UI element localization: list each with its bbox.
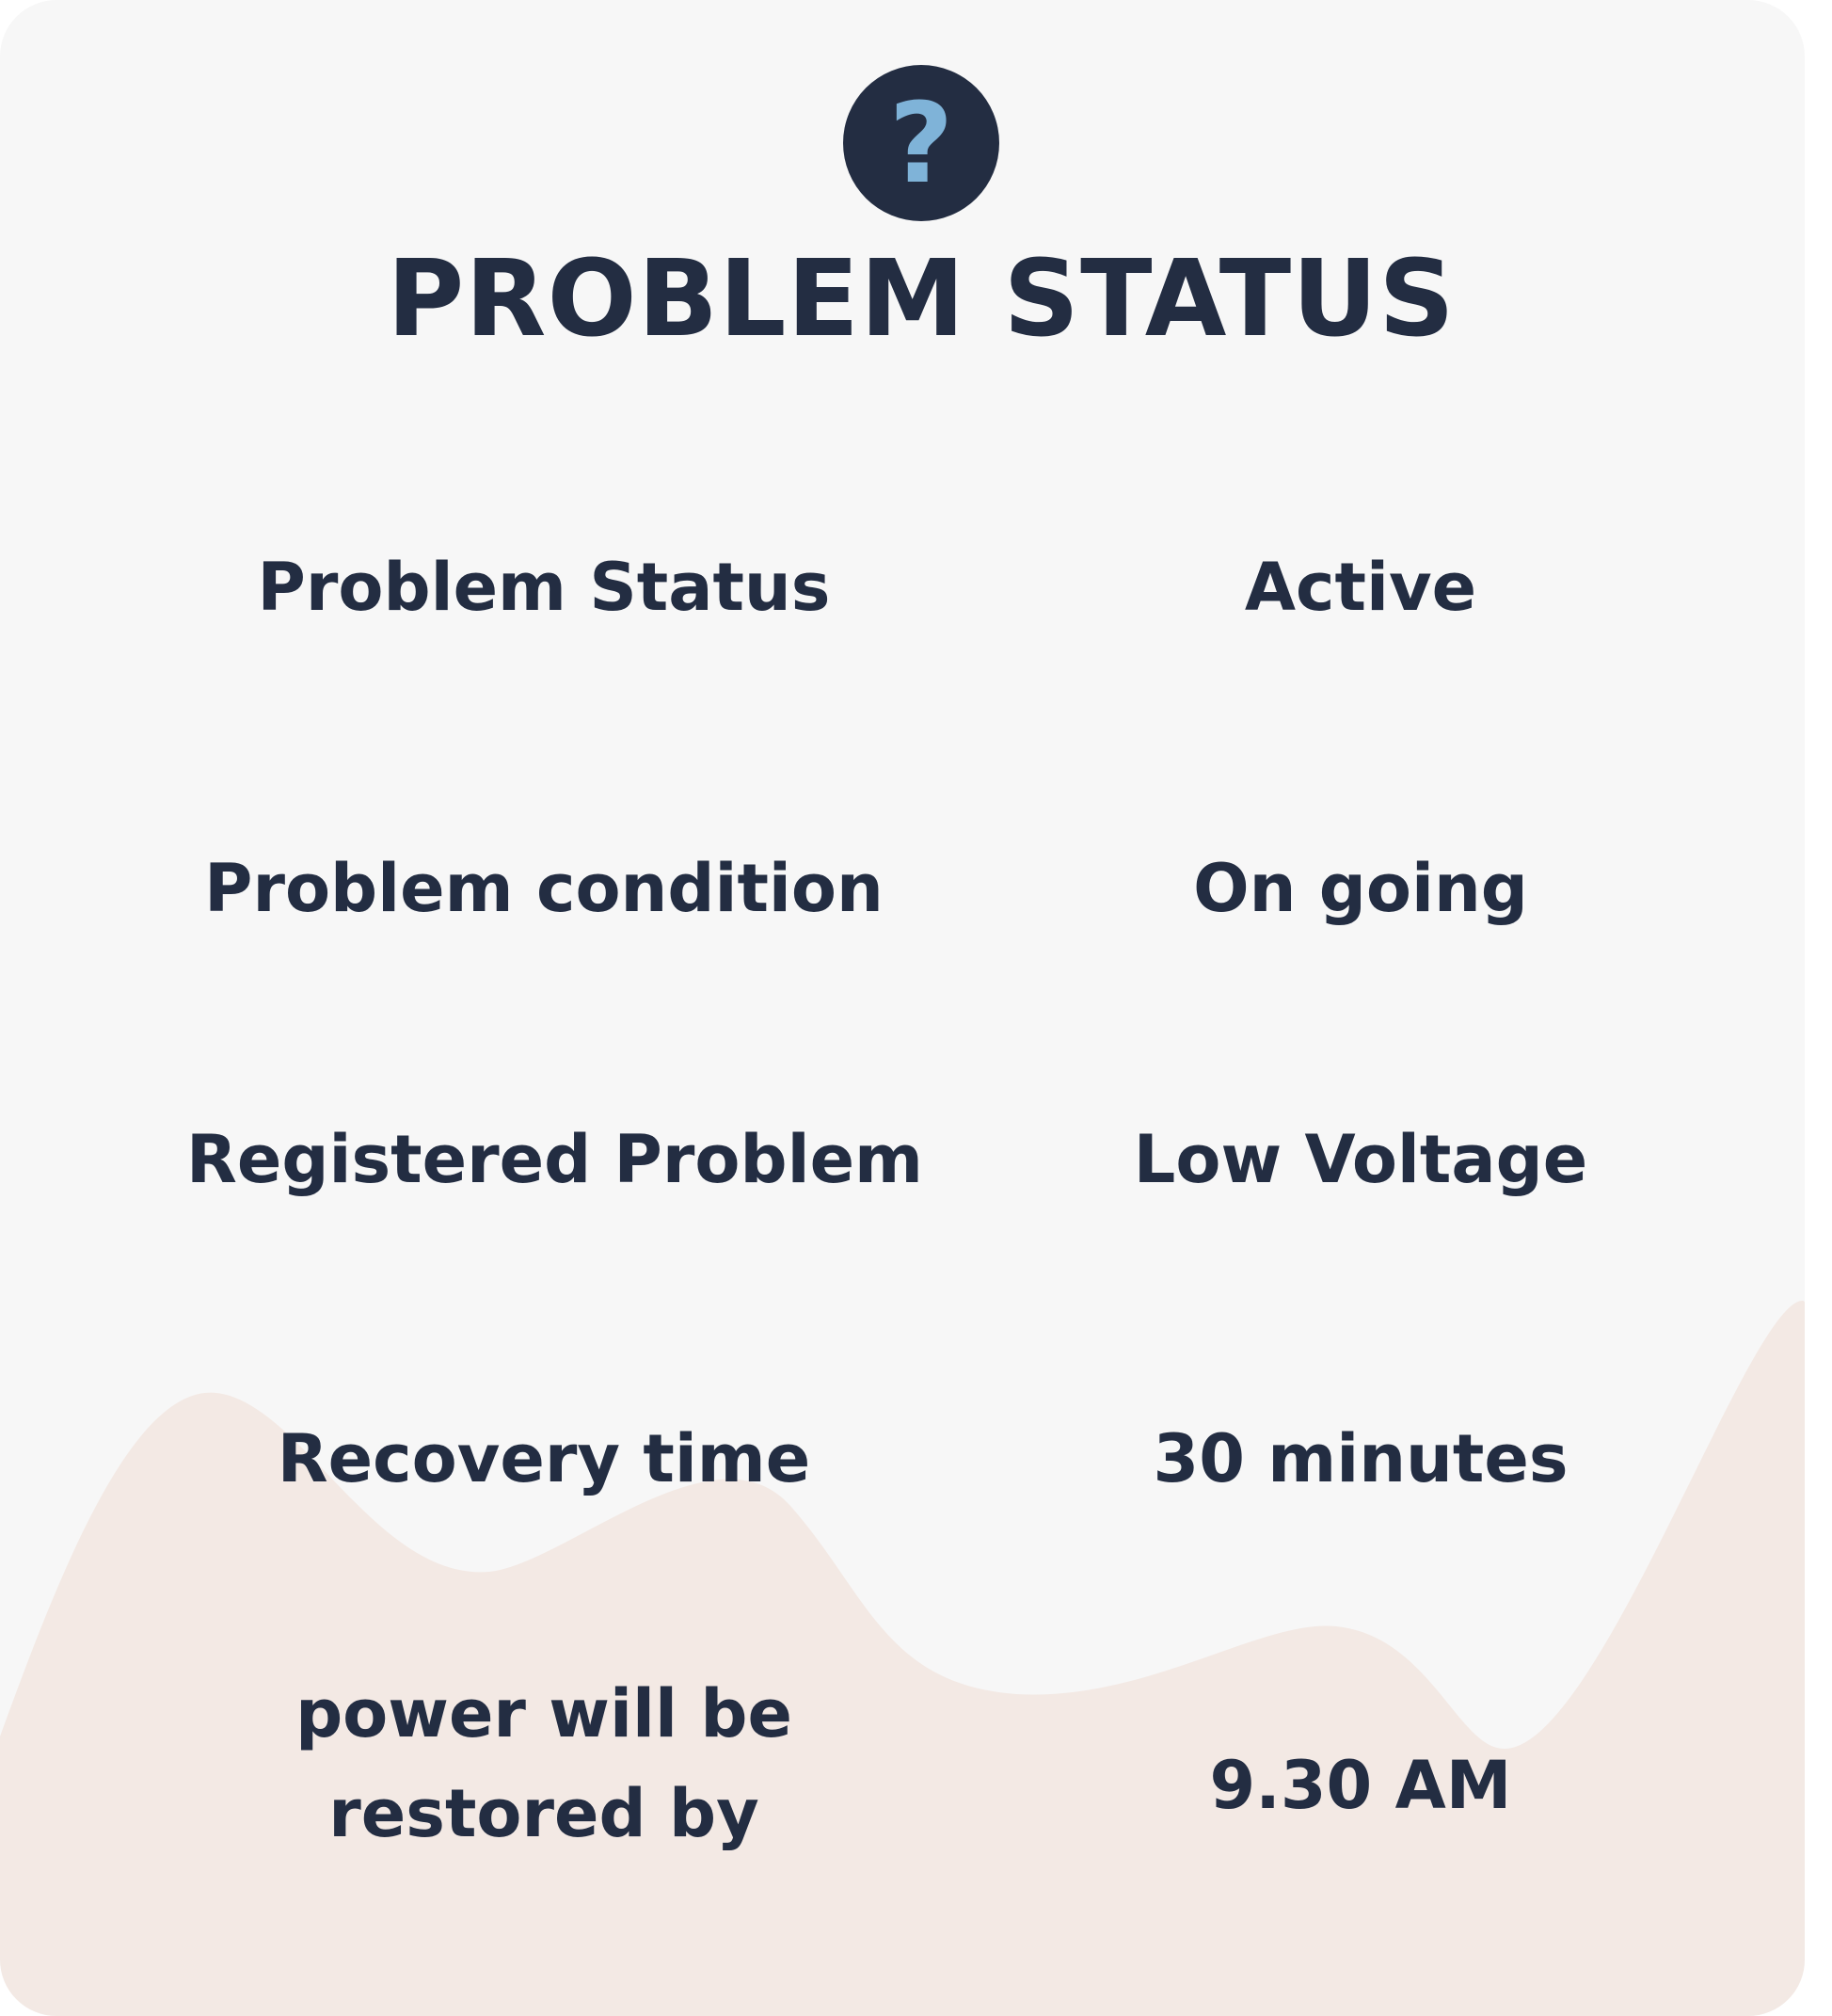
page-title: PROBLEM STATUS — [387, 238, 1456, 360]
problem-status-card: ? PROBLEM STATUS Problem Status Active P… — [0, 0, 1805, 2016]
status-value: Active — [1244, 549, 1477, 626]
recovery-time-value: 30 minutes — [1153, 1420, 1569, 1497]
registered-problem-label: Registered Problem — [186, 1121, 923, 1198]
restore-time-value: 9.30 AM — [1209, 1747, 1512, 1824]
status-label: Problem Status — [257, 549, 831, 626]
recovery-time-label: Recovery time — [277, 1420, 811, 1497]
help-icon: ? — [843, 65, 999, 221]
restore-time-label-line2: restored by — [328, 1775, 759, 1852]
restore-time-label-line1: power will be — [295, 1675, 792, 1752]
registered-problem-value: Low Voltage — [1133, 1121, 1588, 1198]
restore-time-label: power will be restored by — [186, 1664, 901, 1864]
condition-label: Problem condition — [204, 850, 884, 927]
condition-value: On going — [1193, 850, 1528, 927]
